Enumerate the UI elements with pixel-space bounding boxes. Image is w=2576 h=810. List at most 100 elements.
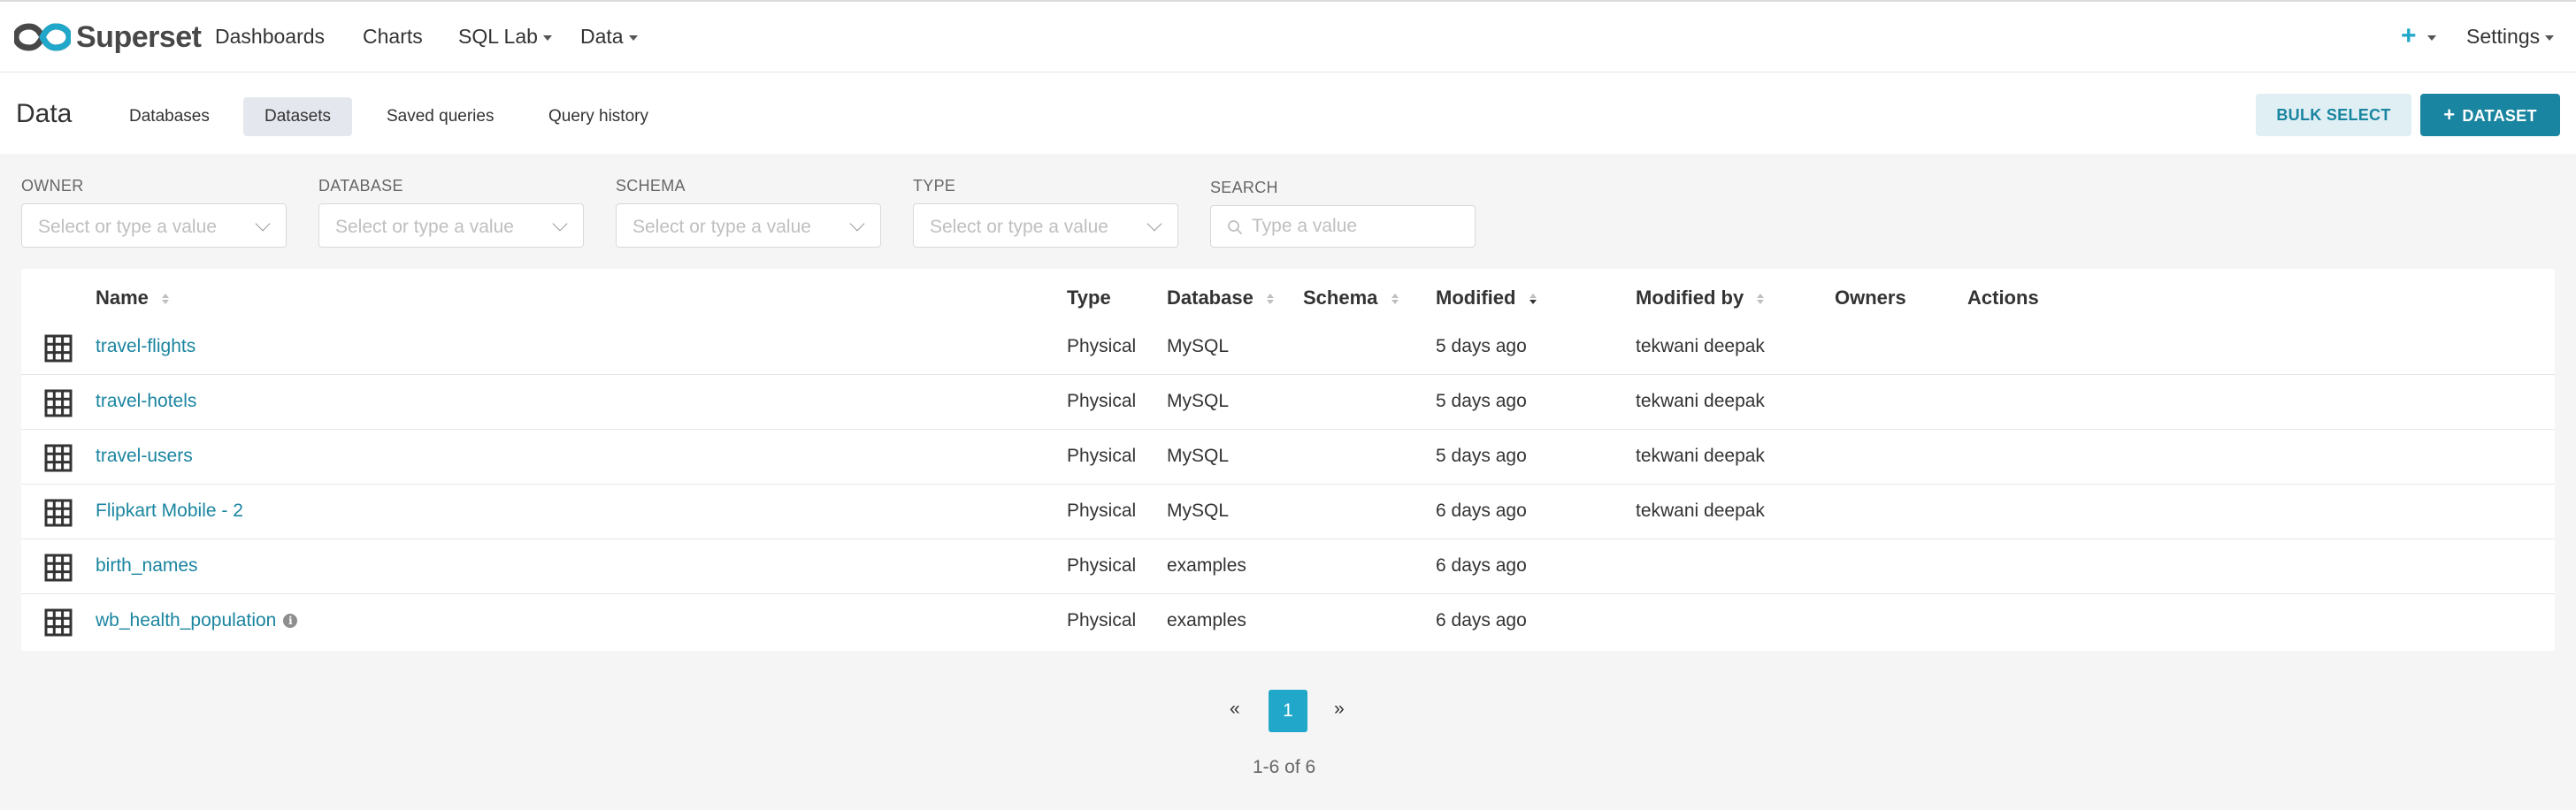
pagination-page-button[interactable]: 1 [1269, 690, 1307, 732]
column-header-database-label: Database [1167, 287, 1254, 309]
dataset-modified: 5 days ago [1436, 446, 1527, 466]
nav-charts[interactable]: Charts [363, 25, 423, 49]
filter-schema-placeholder: Select or type a value [632, 217, 811, 237]
datasets-table: Name Type Database Schema Modified Modif [21, 269, 2555, 651]
filter-database-placeholder: Select or type a value [335, 217, 514, 237]
table-row[interactable]: birth_names Physical examples 6 days ago [21, 539, 2555, 594]
table-row[interactable]: wb_health_population i Physical examples … [21, 594, 2555, 649]
nav-data-label: Data [580, 25, 624, 48]
sort-icon [162, 294, 170, 305]
new-item-button[interactable]: + [2401, 21, 2417, 51]
filter-type-placeholder: Select or type a value [930, 217, 1108, 237]
table-row[interactable]: travel-hotels Physical MySQL 5 days ago … [21, 375, 2555, 430]
dataset-modified-by: tekwani deepak [1636, 501, 1765, 521]
dataset-name-link[interactable]: wb_health_population [96, 610, 276, 630]
search-input[interactable] [1252, 213, 1464, 240]
dataset-type: Physical [1067, 610, 1137, 630]
column-header-modified[interactable]: Modified [1436, 287, 1537, 309]
dataset-name-cell: wb_health_population i [96, 610, 298, 631]
chevron-down-icon [628, 34, 638, 41]
sub-header: Data Databases Datasets Saved queries Qu… [0, 73, 2576, 154]
dataset-modified: 6 days ago [1436, 610, 1527, 630]
filter-owner-select[interactable]: Select or type a value [21, 203, 287, 248]
column-header-schema-label: Schema [1303, 287, 1378, 309]
filter-owner-label: OWNER [21, 177, 84, 195]
table-header-row: Name Type Database Schema Modified Modif [21, 269, 2555, 324]
tab-saved-queries[interactable]: Saved queries [365, 97, 515, 136]
dataset-database: MySQL [1167, 336, 1230, 356]
filter-type-label: TYPE [913, 177, 956, 195]
table-grid-icon [44, 554, 73, 582]
column-header-modified-by-label: Modified by [1636, 287, 1744, 309]
chevron-down-icon [1146, 216, 1162, 232]
sort-icon [1266, 294, 1274, 305]
add-dataset-label: DATASET [2462, 107, 2537, 125]
sort-desc-icon [1529, 294, 1537, 305]
dataset-modified-by: tekwani deepak [1636, 446, 1765, 466]
dataset-database: MySQL [1167, 391, 1230, 411]
dataset-database: MySQL [1167, 446, 1230, 466]
dataset-modified-by: tekwani deepak [1636, 336, 1765, 356]
dataset-modified: 6 days ago [1436, 501, 1527, 521]
column-header-database[interactable]: Database [1167, 287, 1275, 309]
nav-dashboards[interactable]: Dashboards [215, 25, 325, 49]
column-header-modified-label: Modified [1436, 287, 1516, 309]
pagination-next-button[interactable]: » [1334, 699, 1345, 720]
dataset-database: examples [1167, 555, 1246, 576]
dataset-name-link[interactable]: travel-flights [96, 336, 196, 357]
bulk-select-button[interactable]: BULK SELECT [2256, 94, 2411, 136]
chevron-down-icon [255, 216, 271, 232]
chevron-down-icon [849, 216, 865, 232]
brand-logo[interactable]: Superset [14, 19, 202, 55]
nav-sql-lab[interactable]: SQL Lab [458, 25, 552, 49]
dataset-name-link[interactable]: travel-users [96, 446, 193, 467]
brand-name: Superset [76, 19, 202, 54]
filter-search-label: SEARCH [1210, 179, 1278, 196]
add-dataset-button[interactable]: + DATASET [2420, 94, 2560, 136]
column-header-schema[interactable]: Schema [1303, 287, 1399, 309]
tab-databases[interactable]: Databases [108, 97, 231, 136]
column-header-modified-by[interactable]: Modified by [1636, 287, 1765, 309]
table-grid-icon [44, 499, 73, 527]
dataset-modified: 5 days ago [1436, 391, 1527, 411]
column-header-type: Type [1067, 287, 1111, 309]
superset-logo-icon [14, 23, 71, 51]
dataset-database: MySQL [1167, 501, 1230, 521]
table-grid-icon [44, 389, 73, 417]
filter-owner-placeholder: Select or type a value [38, 217, 217, 237]
nav-sql-lab-label: SQL Lab [458, 25, 538, 48]
dataset-name-link[interactable]: travel-hotels [96, 391, 196, 412]
table-row[interactable]: Flipkart Mobile - 2 Physical MySQL 6 day… [21, 485, 2555, 539]
nav-settings[interactable]: Settings [2466, 25, 2555, 49]
dataset-modified: 6 days ago [1436, 555, 1527, 576]
chevron-down-icon [542, 34, 552, 41]
chevron-down-icon [2545, 34, 2555, 41]
column-header-owners: Owners [1835, 287, 1906, 309]
filter-database-label: DATABASE [318, 177, 403, 195]
sort-icon [1391, 294, 1399, 305]
column-header-name[interactable]: Name [96, 287, 170, 309]
dataset-name-link[interactable]: Flipkart Mobile - 2 [96, 501, 243, 522]
table-row[interactable]: travel-flights Physical MySQL 5 days ago… [21, 320, 2555, 375]
info-icon[interactable]: i [283, 614, 298, 629]
chevron-down-icon[interactable] [2427, 35, 2436, 41]
pagination-prev-button[interactable]: « [1230, 699, 1240, 720]
filter-type-select[interactable]: Select or type a value [913, 203, 1178, 248]
dataset-type: Physical [1067, 501, 1137, 521]
dataset-name-link[interactable]: birth_names [96, 555, 198, 577]
dataset-type: Physical [1067, 336, 1137, 356]
tab-datasets[interactable]: Datasets [243, 97, 352, 136]
filter-schema-label: SCHEMA [616, 177, 686, 195]
dataset-modified: 5 days ago [1436, 336, 1527, 356]
nav-data[interactable]: Data [580, 25, 638, 49]
tab-query-history[interactable]: Query history [527, 97, 670, 136]
filter-schema-select[interactable]: Select or type a value [616, 203, 881, 248]
page-title: Data [16, 99, 73, 128]
filter-database-select[interactable]: Select or type a value [318, 203, 584, 248]
table-grid-icon [44, 608, 73, 637]
search-icon [1228, 220, 1242, 234]
sort-icon [1757, 294, 1765, 305]
dataset-type: Physical [1067, 446, 1137, 466]
table-row[interactable]: travel-users Physical MySQL 5 days ago t… [21, 430, 2555, 485]
search-box[interactable] [1210, 205, 1476, 248]
